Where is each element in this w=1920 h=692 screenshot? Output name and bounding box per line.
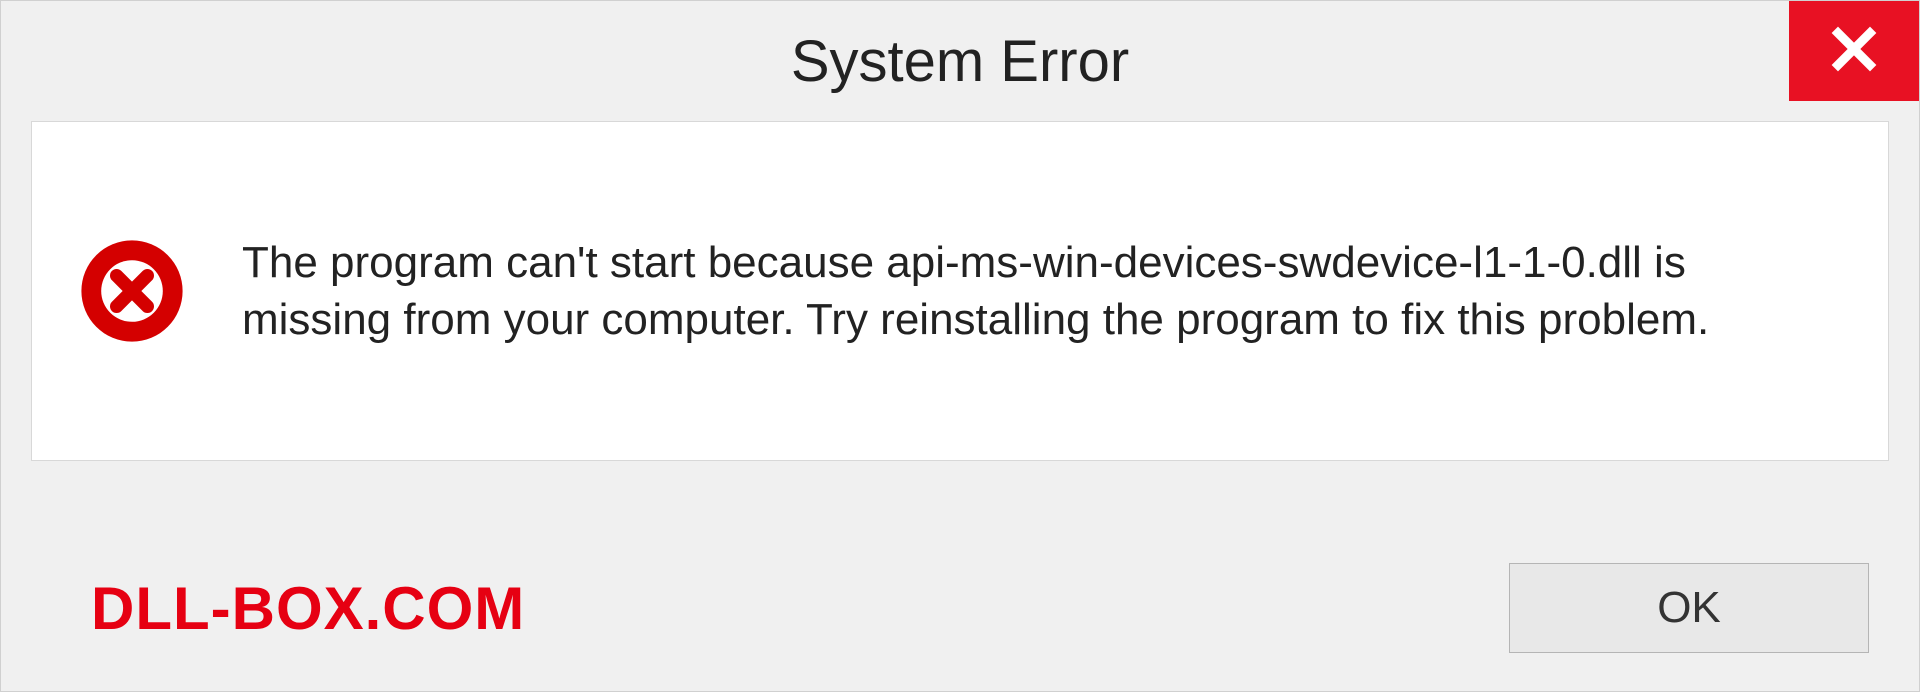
error-icon (72, 231, 192, 351)
ok-button-label: OK (1657, 583, 1721, 633)
close-icon (1830, 25, 1878, 78)
ok-button[interactable]: OK (1509, 563, 1869, 653)
watermark-text: DLL-BOX.COM (91, 574, 525, 643)
titlebar: System Error (1, 1, 1919, 121)
content-area: The program can't start because api-ms-w… (31, 121, 1889, 461)
footer: DLL-BOX.COM OK (1, 553, 1919, 663)
error-message: The program can't start because api-ms-w… (242, 234, 1828, 348)
window-title: System Error (791, 28, 1129, 95)
close-button[interactable] (1789, 1, 1919, 101)
